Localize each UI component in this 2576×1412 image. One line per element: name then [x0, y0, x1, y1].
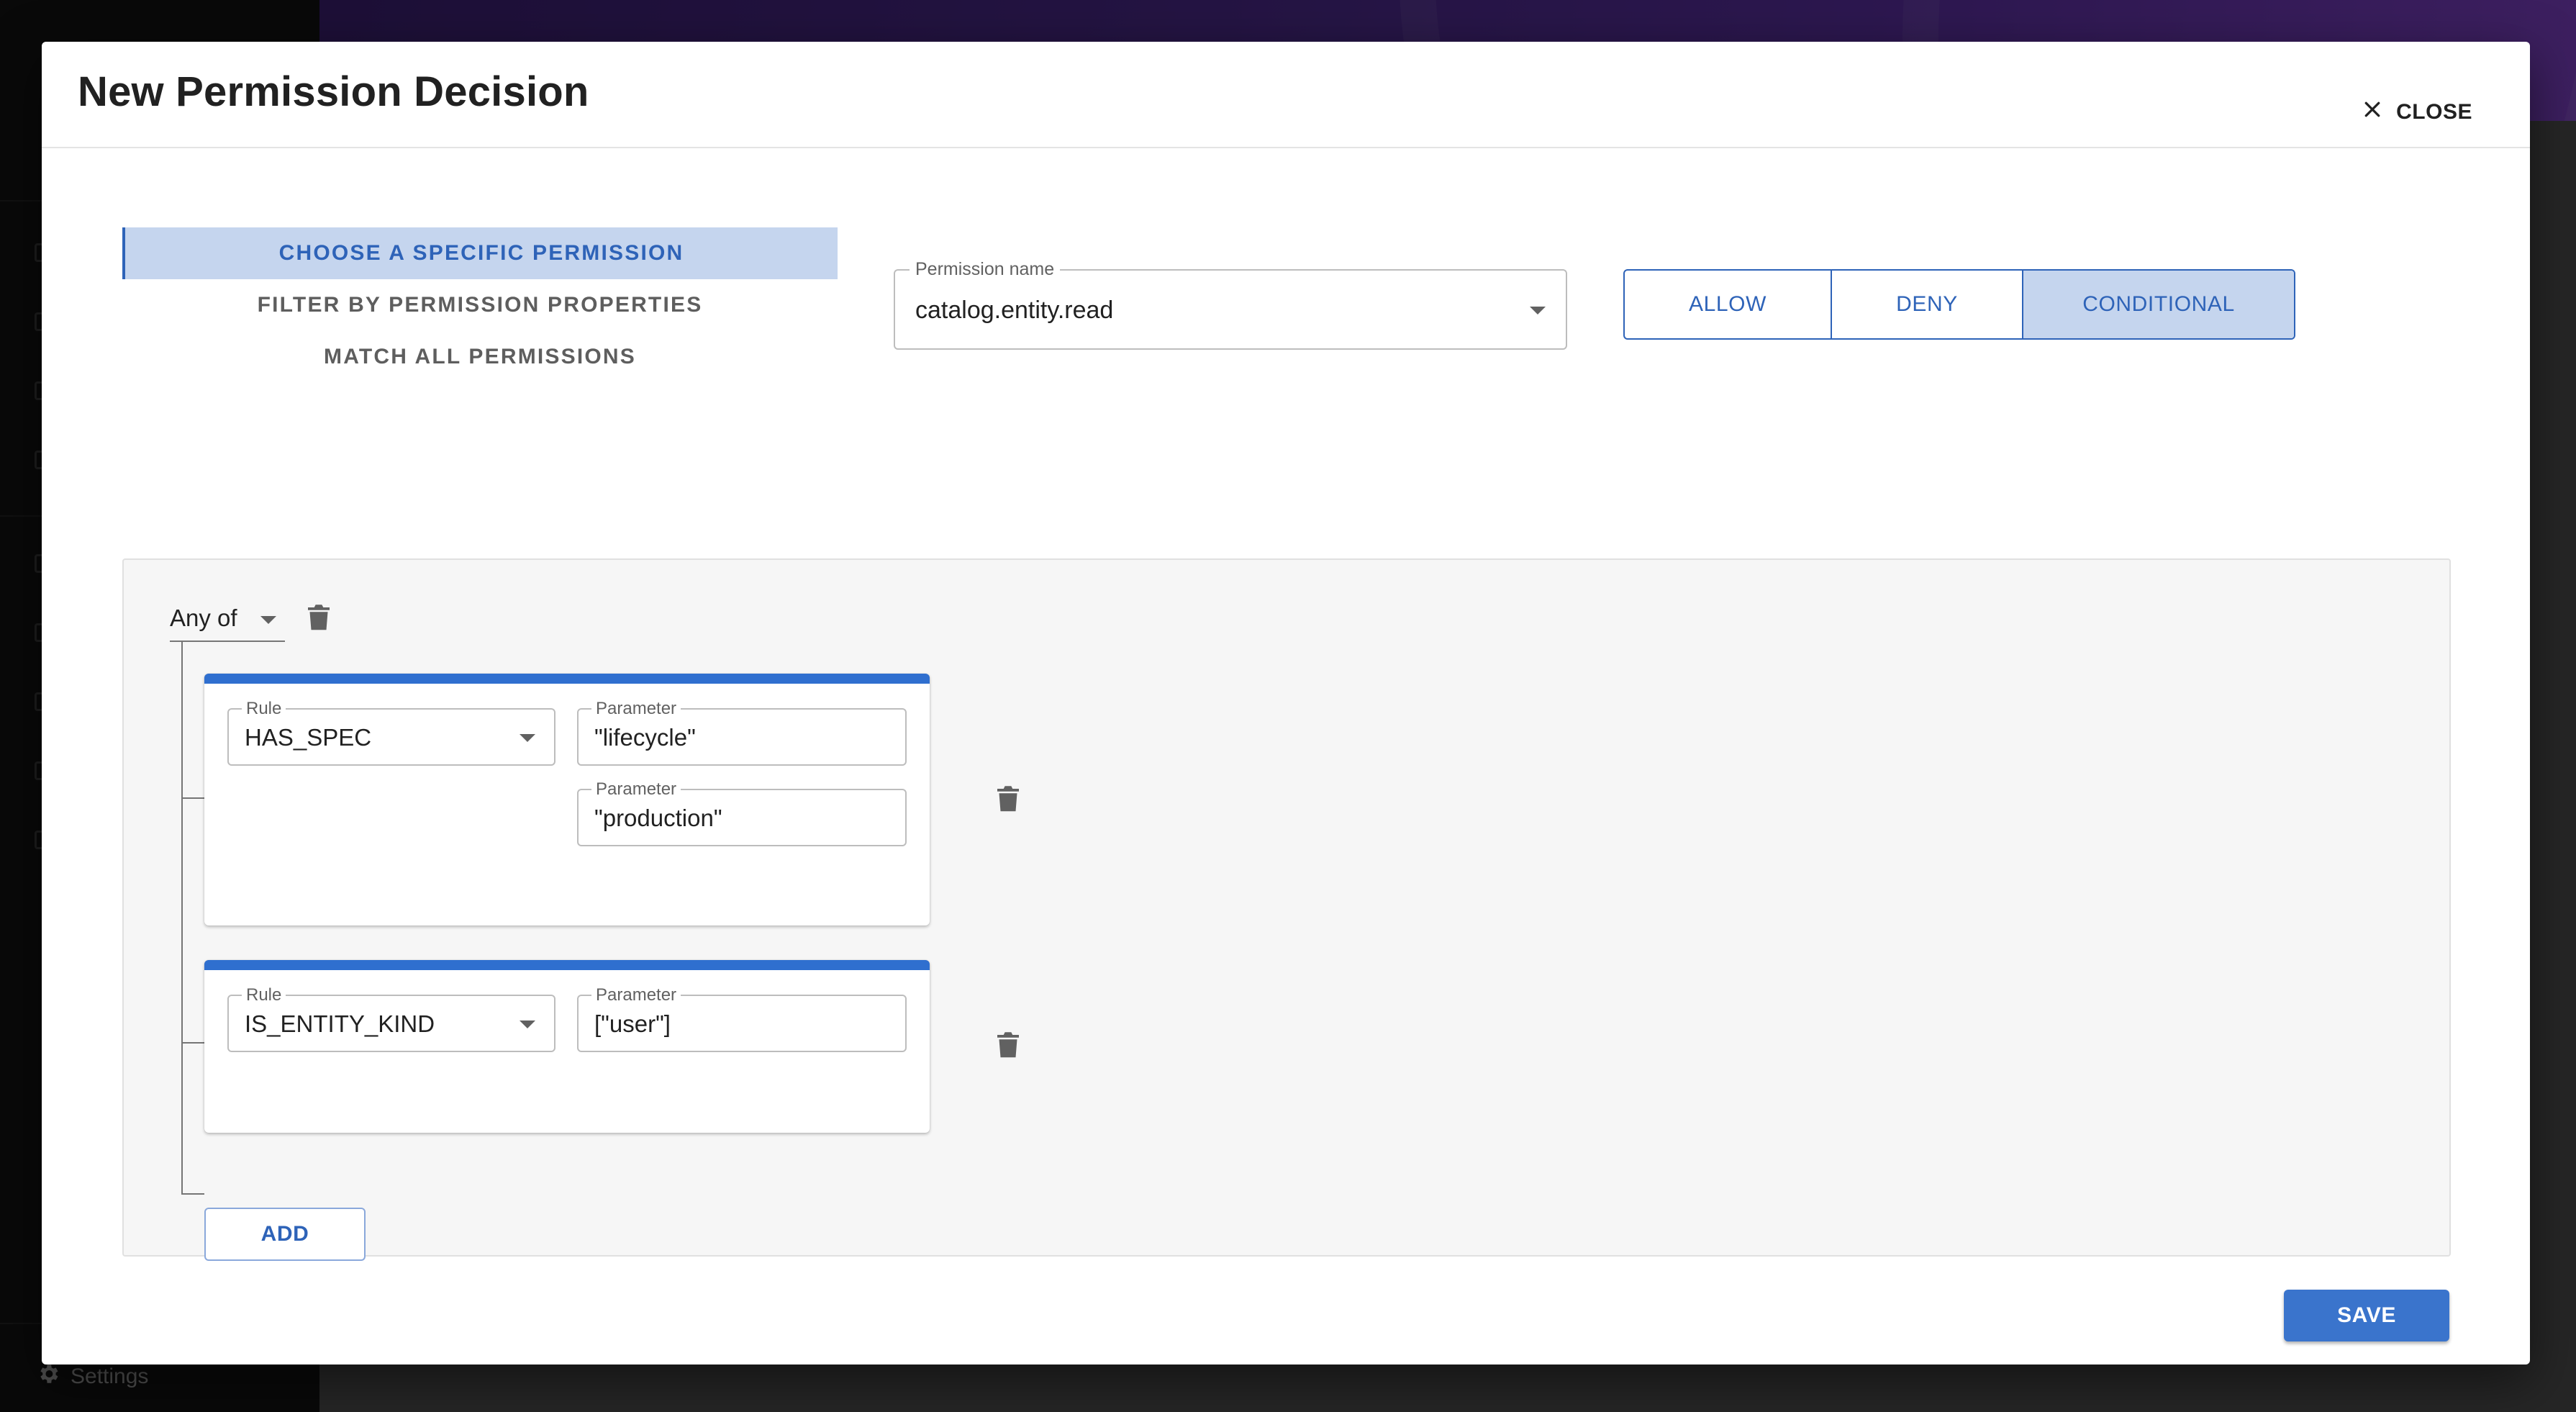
- chevron-down-icon: [520, 734, 535, 742]
- delete-rule-icon[interactable]: [997, 1032, 1019, 1059]
- close-button[interactable]: CLOSE: [2362, 99, 2472, 126]
- parameter-label: Parameter: [591, 699, 681, 719]
- permission-name-label: Permission name: [910, 259, 1061, 280]
- parameter-input[interactable]: Parameter "lifecycle": [577, 699, 907, 766]
- rule-select[interactable]: Rule IS_ENTITY_KIND: [227, 985, 555, 1052]
- mode-filter-by-properties[interactable]: FILTER BY PERMISSION PROPERTIES: [122, 279, 838, 331]
- tree-line: [181, 641, 183, 1195]
- parameter-input[interactable]: Parameter ["user"]: [577, 985, 907, 1052]
- chevron-down-icon: [1530, 307, 1546, 314]
- parameter-label: Parameter: [591, 985, 681, 1005]
- permission-dialog: New Permission Decision CLOSE CHOOSE A S…: [42, 42, 2530, 1365]
- chevron-down-icon: [520, 1020, 535, 1028]
- rule-select[interactable]: Rule HAS_SPEC: [227, 699, 555, 766]
- add-rule-button[interactable]: ADD: [204, 1208, 366, 1261]
- tree-branch: [181, 797, 204, 799]
- rule-card: Rule IS_ENTITY_KIND Parameter ["user"]: [204, 960, 930, 1133]
- condition-operator-value: Any of: [170, 605, 237, 631]
- close-label: CLOSE: [2396, 100, 2472, 124]
- chevron-down-icon: [260, 616, 276, 624]
- decision-toggle-group: ALLOW DENY CONDITIONAL: [1623, 269, 2295, 340]
- rule-value: IS_ENTITY_KIND: [245, 1010, 435, 1037]
- delete-rule-icon[interactable]: [997, 786, 1019, 813]
- permission-name-value: catalog.entity.read: [915, 297, 1114, 324]
- conditions-panel: Any of Rule HAS_SPEC Parameter "lifecycl…: [122, 558, 2451, 1261]
- parameter-value: "lifecycle": [594, 724, 696, 751]
- decision-conditional-button[interactable]: CONDITIONAL: [2022, 271, 2294, 338]
- mode-match-all-permissions[interactable]: MATCH ALL PERMISSIONS: [122, 331, 838, 383]
- rule-label: Rule: [242, 699, 286, 719]
- rule-label: Rule: [242, 985, 286, 1005]
- condition-operator-select[interactable]: Any of: [170, 602, 285, 642]
- dialog-divider: [42, 147, 2530, 148]
- rule-value: HAS_SPEC: [245, 724, 372, 751]
- dialog-title: New Permission Decision: [78, 68, 589, 115]
- decision-deny-button[interactable]: DENY: [1831, 271, 2022, 338]
- tree-branch: [181, 1193, 204, 1195]
- save-button[interactable]: SAVE: [2284, 1290, 2449, 1341]
- rule-card: Rule HAS_SPEC Parameter "lifecycle" Para…: [204, 674, 930, 926]
- parameter-value: "production": [594, 805, 722, 831]
- mode-choose-specific-permission[interactable]: CHOOSE A SPECIFIC PERMISSION: [122, 227, 838, 279]
- parameter-input[interactable]: Parameter "production": [577, 779, 907, 846]
- delete-group-icon[interactable]: [308, 605, 330, 632]
- close-icon: [2362, 99, 2383, 126]
- permission-mode-list: CHOOSE A SPECIFIC PERMISSION FILTER BY P…: [122, 227, 838, 383]
- parameter-label: Parameter: [591, 779, 681, 800]
- parameter-value: ["user"]: [594, 1010, 671, 1037]
- tree-branch: [181, 1042, 204, 1044]
- permission-name-select[interactable]: Permission name catalog.entity.read: [894, 259, 1567, 350]
- decision-allow-button[interactable]: ALLOW: [1625, 271, 1831, 338]
